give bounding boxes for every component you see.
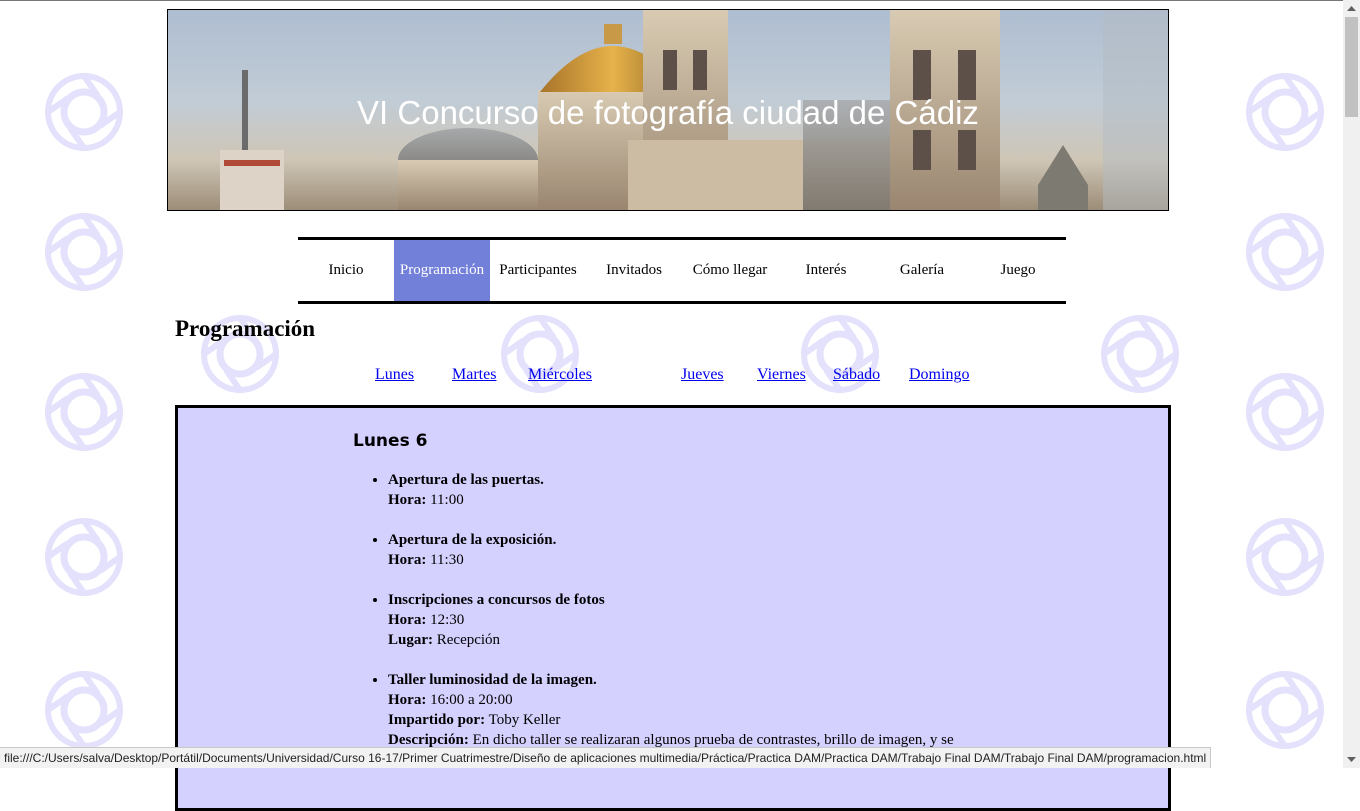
nav-item-interes[interactable]: Interés bbox=[778, 240, 874, 301]
hora-value: 12:30 bbox=[430, 612, 465, 628]
lugar-value: Recepción bbox=[436, 632, 501, 648]
hora-value: 16:00 a 20:00 bbox=[430, 692, 513, 708]
vertical-scrollbar[interactable] bbox=[1343, 0, 1360, 768]
nav-item-como-llegar[interactable]: Cómo llegar bbox=[682, 240, 778, 301]
scroll-thumb[interactable] bbox=[1345, 17, 1358, 117]
camera-aperture-icon bbox=[42, 668, 126, 752]
header-banner: VI Concurso de fotografía ciudad de Cádi… bbox=[167, 9, 1169, 211]
day-link-jueves[interactable]: Jueves bbox=[681, 366, 724, 384]
camera-aperture-icon bbox=[1243, 370, 1327, 454]
day-link-martes[interactable]: Martes bbox=[452, 366, 496, 384]
scroll-up-arrow-icon[interactable] bbox=[1343, 0, 1360, 17]
hora-label: Hora: bbox=[388, 692, 427, 708]
hora-value: 11:30 bbox=[430, 552, 464, 568]
hora-label: Hora: bbox=[388, 552, 427, 568]
day-link-viernes[interactable]: Viernes bbox=[757, 366, 806, 384]
day-heading: Lunes 6 bbox=[353, 431, 428, 451]
event-name: Apertura de la exposición. bbox=[388, 532, 557, 548]
lugar-label: Lugar: bbox=[388, 632, 433, 648]
impartido-label: Impartido por: bbox=[388, 712, 486, 728]
event-list: Apertura de las puertas. Hora: 11:00 Ape… bbox=[372, 470, 1068, 770]
nav-item-galeria[interactable]: Galería bbox=[874, 240, 970, 301]
camera-aperture-icon bbox=[1243, 668, 1327, 752]
scroll-down-arrow-icon[interactable] bbox=[1343, 751, 1360, 768]
nav-item-juego[interactable]: Juego bbox=[970, 240, 1066, 301]
hora-label: Hora: bbox=[388, 492, 427, 508]
list-item: Apertura de la exposición. Hora: 11:30 bbox=[388, 530, 1068, 570]
impartido-value: Toby Keller bbox=[488, 712, 561, 728]
descripcion-label: Descripción: bbox=[388, 732, 469, 748]
nav-item-invitados[interactable]: Invitados bbox=[586, 240, 682, 301]
hora-value: 11:00 bbox=[430, 492, 464, 508]
event-name: Inscripciones a concursos de fotos bbox=[388, 592, 605, 608]
camera-aperture-icon bbox=[1243, 515, 1327, 599]
camera-aperture-icon bbox=[1243, 70, 1327, 154]
day-link-miercoles[interactable]: Miércoles bbox=[528, 366, 592, 384]
site-title: VI Concurso de fotografía ciudad de Cádi… bbox=[357, 94, 979, 131]
camera-aperture-icon bbox=[42, 70, 126, 154]
camera-aperture-icon bbox=[42, 210, 126, 294]
camera-aperture-icon bbox=[42, 515, 126, 599]
status-bar-url: file:///C:/Users/salva/Desktop/Portátil/… bbox=[0, 747, 1212, 768]
list-item: Apertura de las puertas. Hora: 11:00 bbox=[388, 470, 1068, 510]
list-item: Inscripciones a concursos de fotos Hora:… bbox=[388, 590, 1068, 650]
camera-aperture-icon bbox=[42, 370, 126, 454]
nav-item-participantes[interactable]: Participantes bbox=[490, 240, 586, 301]
hora-label: Hora: bbox=[388, 612, 427, 628]
nav-item-programacion[interactable]: Programación bbox=[394, 240, 490, 301]
main-nav: Inicio Programación Participantes Invita… bbox=[298, 237, 1066, 304]
day-link-sabado[interactable]: Sábado bbox=[833, 366, 880, 384]
day-link-lunes[interactable]: Lunes bbox=[375, 366, 414, 384]
camera-aperture-icon bbox=[1098, 312, 1182, 396]
day-link-domingo[interactable]: Domingo bbox=[909, 366, 969, 384]
nav-item-inicio[interactable]: Inicio bbox=[298, 240, 394, 301]
camera-aperture-icon bbox=[1243, 210, 1327, 294]
list-item: Taller luminosidad de la imagen. Hora: 1… bbox=[388, 670, 1068, 750]
event-name: Taller luminosidad de la imagen. bbox=[388, 672, 597, 688]
event-name: Apertura de las puertas. bbox=[388, 472, 544, 488]
page-title: Programación bbox=[175, 316, 316, 341]
descripcion-value: En dicho taller se realizaran algunos pr… bbox=[472, 732, 954, 748]
